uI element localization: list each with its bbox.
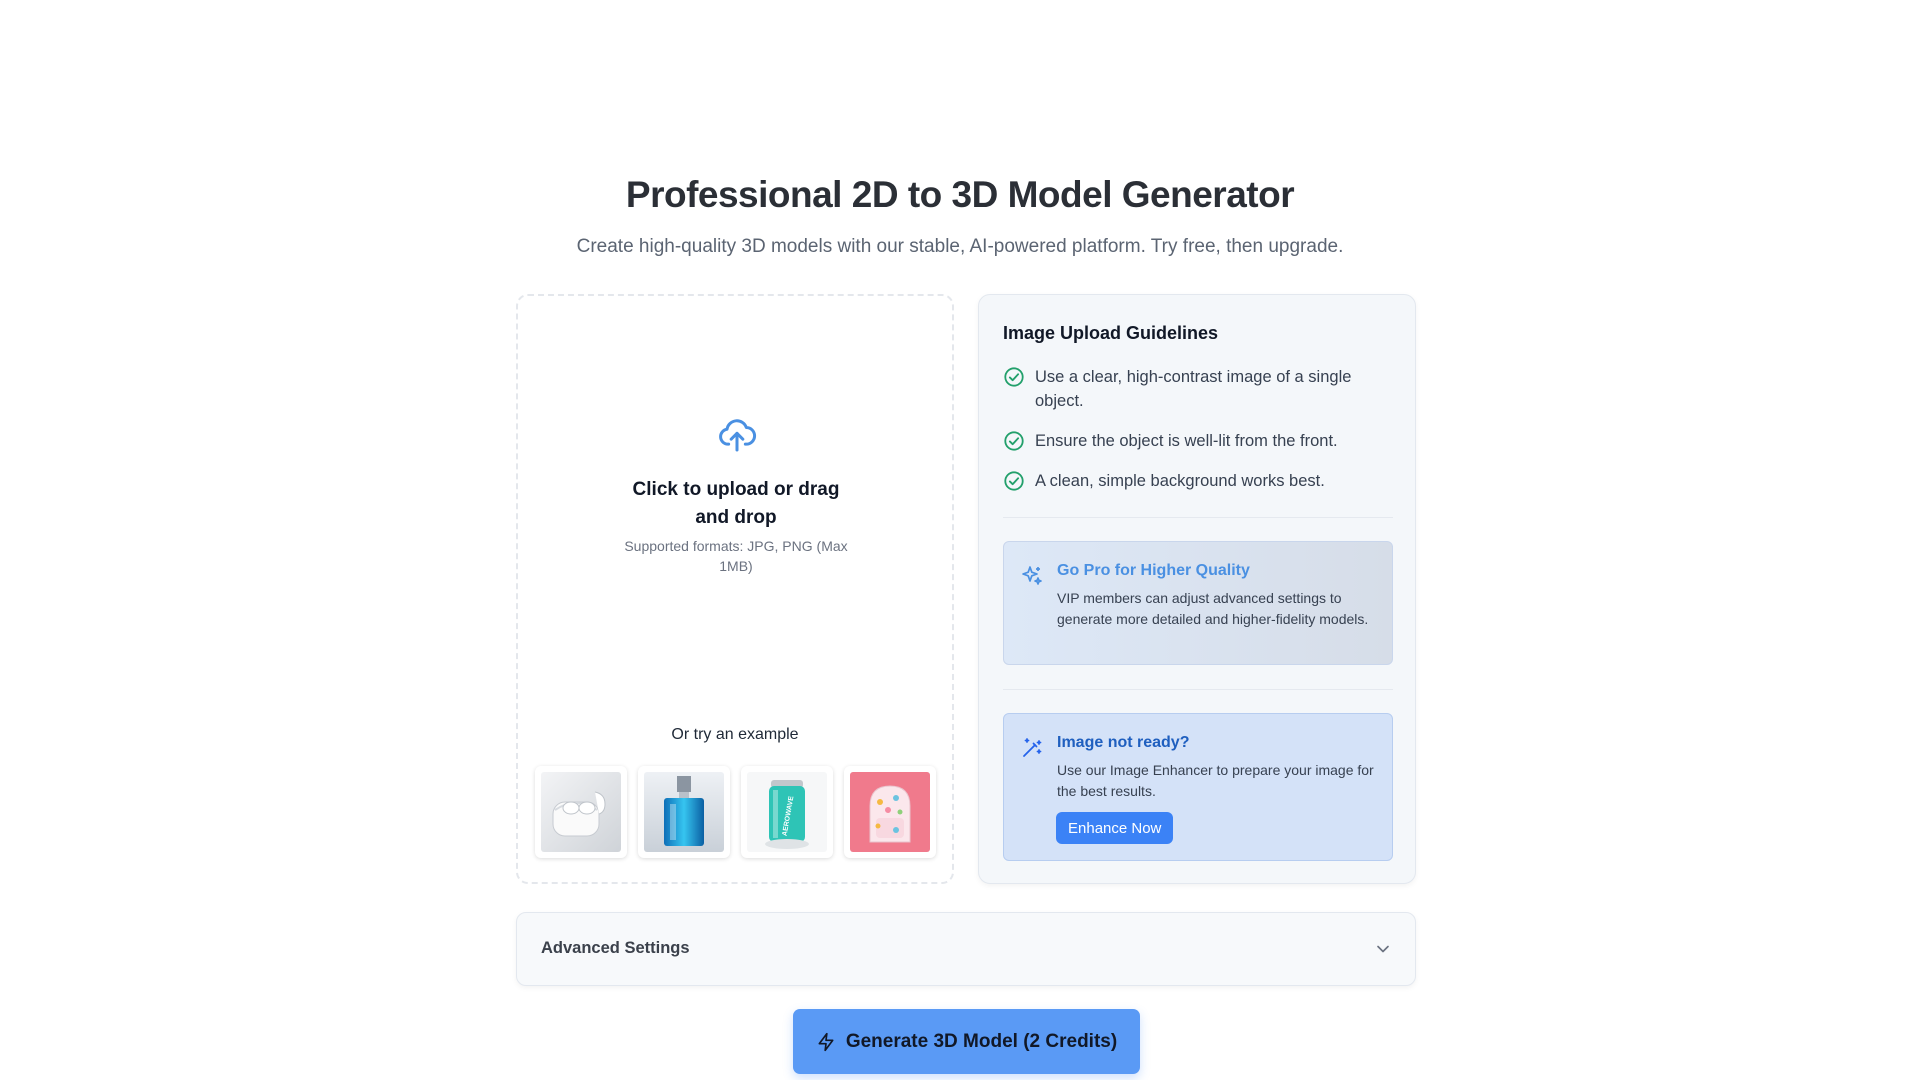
check-circle-icon xyxy=(1004,471,1024,491)
image-enhancer-text: Use our Image Enhancer to prepare your i… xyxy=(1057,762,1374,799)
guidelines-panel: Image Upload Guidelines Use a clear, hig… xyxy=(978,294,1416,884)
examples-label: Or try an example xyxy=(671,726,799,743)
magic-wand-icon xyxy=(1023,738,1042,757)
page: Professional 2D to 3D Model Generator Cr… xyxy=(0,0,1920,1080)
backpack-example[interactable] xyxy=(844,766,936,858)
upload-dropzone[interactable]: Click to upload or drag and drop Support… xyxy=(516,294,954,884)
guidelines-list: Use a clear, high-contrast image of a si… xyxy=(1003,365,1393,509)
backpack-image xyxy=(850,772,930,852)
perfume-bottle-example[interactable] xyxy=(638,766,730,858)
page-subtitle: Create high-quality 3D models with our s… xyxy=(576,236,1344,257)
image-enhancer-title: Image not ready? xyxy=(1057,734,1190,751)
guideline-item: A clean, simple background works best. xyxy=(1003,469,1393,493)
guideline-text: Ensure the object is well-lit from the f… xyxy=(1035,432,1338,450)
generate-3d-model-button[interactable]: Generate 3D Model (2 Credits) xyxy=(793,1009,1140,1074)
page-title: Professional 2D to 3D Model Generator xyxy=(625,174,1295,215)
generate-button-label: Generate 3D Model (2 Credits) xyxy=(845,1030,1118,1052)
lightning-icon xyxy=(818,1032,834,1051)
chevron-down-icon xyxy=(1377,945,1389,953)
earbuds-example[interactable] xyxy=(535,766,627,858)
examples-row: AEROWAVE xyxy=(535,766,936,858)
upload-title: Click to upload or drag and drop xyxy=(632,479,840,528)
divider xyxy=(1003,689,1393,690)
perfume-image xyxy=(644,772,724,852)
cloud-upload-icon xyxy=(719,419,757,452)
check-circle-icon xyxy=(1004,367,1024,387)
guideline-text: Use a clear, high-contrast image of a si… xyxy=(1035,368,1352,410)
image-enhancer-card: Image not ready? Use our Image Enhancer … xyxy=(1003,713,1393,861)
go-pro-card: Go Pro for Higher Quality VIP members ca… xyxy=(1003,541,1393,665)
soda-can-example[interactable]: AEROWAVE xyxy=(741,766,833,858)
guideline-item: Use a clear, high-contrast image of a si… xyxy=(1003,365,1393,413)
enhance-now-button[interactable]: Enhance Now xyxy=(1056,812,1174,844)
advanced-settings-toggle[interactable]: Advanced Settings xyxy=(516,912,1416,986)
divider xyxy=(1003,517,1393,518)
guidelines-title: Image Upload Guidelines xyxy=(1003,323,1219,343)
guideline-item: Ensure the object is well-lit from the f… xyxy=(1003,429,1393,453)
upload-formats: Supported formats: JPG, PNG (Max 1MB) xyxy=(624,538,848,574)
can-image: AEROWAVE xyxy=(747,772,827,852)
earbuds-image xyxy=(541,772,621,852)
check-circle-icon xyxy=(1004,431,1024,451)
go-pro-title: Go Pro for Higher Quality xyxy=(1057,562,1250,579)
advanced-settings-label: Advanced Settings xyxy=(541,939,690,957)
guideline-text: A clean, simple background works best. xyxy=(1035,472,1325,490)
go-pro-text: VIP members can adjust advanced settings… xyxy=(1057,590,1369,627)
sparkles-icon xyxy=(1022,566,1042,585)
